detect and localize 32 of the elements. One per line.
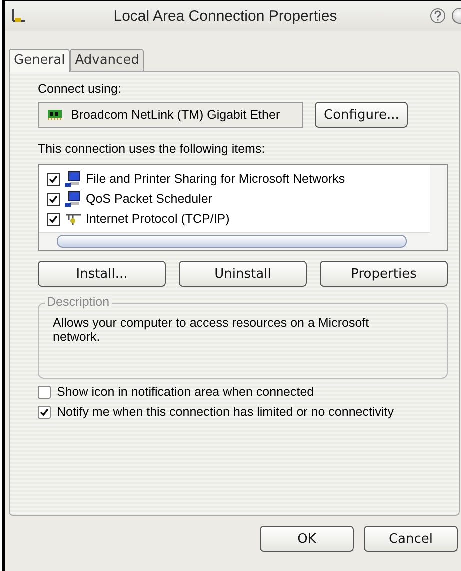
tab[interactable]: General <box>9 49 70 72</box>
checkbox[interactable] <box>38 386 51 398</box>
checkbox[interactable] <box>38 406 51 418</box>
computer-icon <box>64 170 82 188</box>
adapter-field: Broadcom NetLink (TM) Gigabit Ether <box>38 102 303 128</box>
computer-icon <box>64 190 82 208</box>
items-label: This connection uses the following items: <box>38 142 266 156</box>
action-button[interactable]: Properties <box>320 261 448 287</box>
list-item[interactable]: File and Printer Sharing for Microsoft Networks <box>86 172 346 186</box>
option-label: Show icon in notification area when connected <box>57 385 314 399</box>
dialog-button[interactable]: Cancel <box>364 526 458 552</box>
action-button[interactable]: Install... <box>38 261 166 287</box>
horizontal-scrollbar[interactable] <box>39 232 447 250</box>
checkbox[interactable] <box>47 192 60 206</box>
checkbox[interactable] <box>47 172 60 186</box>
checkbox[interactable] <box>47 212 60 226</box>
option-label: Notify me when this connection has limited or no connectivity <box>57 405 394 419</box>
description-title: Description <box>45 295 112 309</box>
help-icon[interactable] <box>430 8 446 24</box>
list-item[interactable]: Internet Protocol (TCP/IP) <box>86 212 230 226</box>
tab[interactable]: Advanced <box>70 49 144 71</box>
dialog-button[interactable]: OK <box>260 526 354 552</box>
configure-button[interactable]: Configure... <box>315 102 408 128</box>
network-icon <box>9 7 27 25</box>
network-card-icon <box>47 109 63 121</box>
network-plug-icon <box>64 212 82 226</box>
action-button[interactable]: Uninstall <box>179 261 307 287</box>
connect-using-label: Connect using: <box>38 82 122 96</box>
vertical-scrollbar[interactable] <box>430 165 447 233</box>
description-text: Allows your computer to access resources on a Microsoft network. <box>53 316 370 344</box>
window-title: Local Area Connection Properties <box>112 8 338 24</box>
list-item[interactable]: QoS Packet Scheduler <box>86 192 212 206</box>
